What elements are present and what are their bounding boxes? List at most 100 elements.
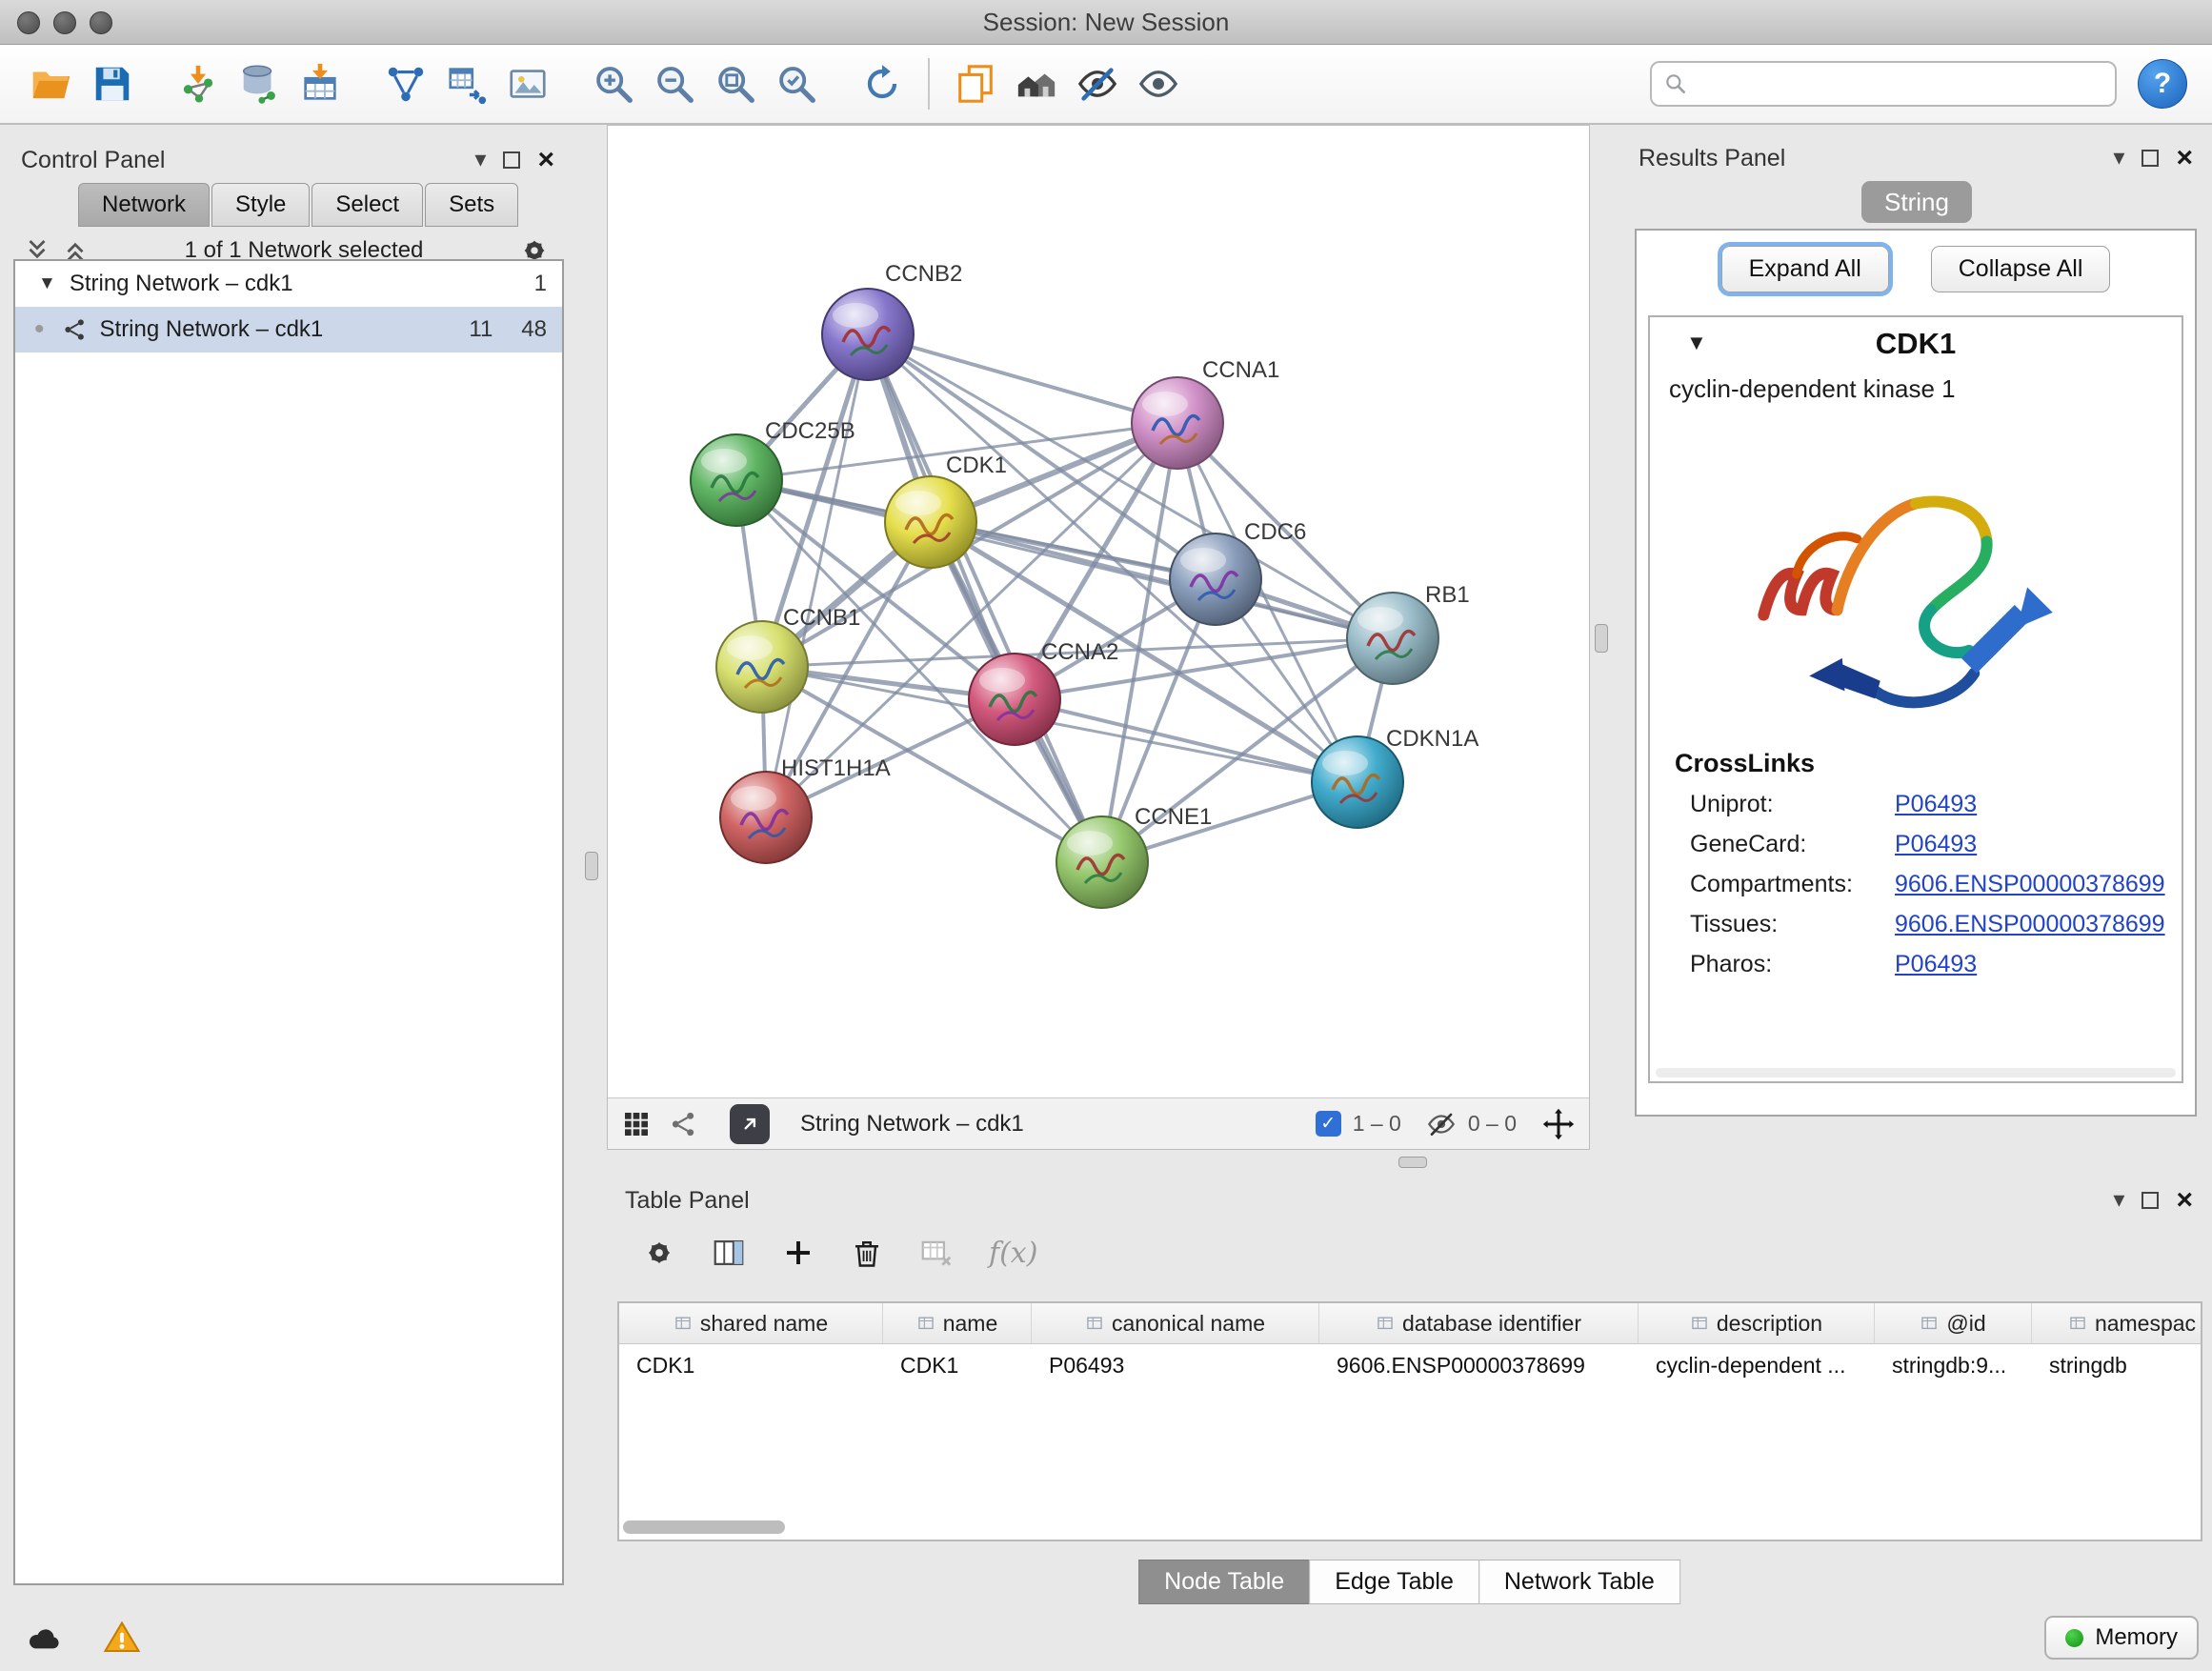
float-panel-icon[interactable]: ▾ xyxy=(474,149,486,171)
maximize-panel-icon[interactable] xyxy=(503,151,520,169)
collapse-all-button[interactable]: Collapse All xyxy=(1931,246,2111,292)
gear-icon[interactable] xyxy=(642,1236,676,1270)
cell-canonical-name[interactable]: P06493 xyxy=(1032,1344,1319,1386)
new-network-button[interactable] xyxy=(375,53,436,114)
network-node-CCNB1[interactable] xyxy=(716,621,808,713)
network-node-CDC6[interactable] xyxy=(1170,534,1261,625)
tab-edge-table[interactable]: Edge Table xyxy=(1309,1560,1479,1604)
network-collection-row[interactable]: ▼ String Network – cdk1 1 xyxy=(15,261,562,307)
network-graph[interactable]: CCNB2CCNA1CDC25BCDK1CDC6RB1CCNB1CCNA2CDK… xyxy=(608,126,1589,1097)
network-row-selected[interactable]: • String Network – cdk1 11 48 xyxy=(15,307,562,352)
import-network-database-button[interactable] xyxy=(229,53,290,114)
cloud-sync-button[interactable] xyxy=(17,1616,70,1660)
show-all-button[interactable] xyxy=(1128,53,1189,114)
zoom-selected-button[interactable] xyxy=(766,53,827,114)
tissues-link[interactable]: 9606.ENSP00000378699 xyxy=(1895,911,2165,938)
column-header-id[interactable]: @id xyxy=(1875,1303,2032,1343)
network-from-table-button[interactable] xyxy=(436,53,497,114)
cell-description[interactable]: cyclin-dependent ... xyxy=(1639,1344,1875,1386)
string-tab[interactable]: String xyxy=(1861,181,1972,223)
network-node-CDK1[interactable] xyxy=(885,476,976,568)
session-home-button[interactable] xyxy=(1006,53,1067,114)
search-box[interactable] xyxy=(1650,61,2117,107)
float-panel-icon[interactable]: ▾ xyxy=(2113,147,2124,170)
tab-select[interactable]: Select xyxy=(312,183,423,227)
search-input[interactable] xyxy=(1696,70,2103,98)
cell-database-identifier[interactable]: 9606.ENSP00000378699 xyxy=(1319,1344,1639,1386)
panel-resize-handle[interactable] xyxy=(1595,624,1608,653)
horizontal-scrollbar-thumb[interactable] xyxy=(623,1520,785,1534)
save-session-button[interactable] xyxy=(82,53,143,114)
function-builder-button[interactable]: f(x) xyxy=(989,1237,1037,1270)
help-button[interactable]: ? xyxy=(2138,59,2187,109)
pharos-link[interactable]: P06493 xyxy=(1895,951,1977,978)
network-edge-CCNB2-HIST1H1A[interactable] xyxy=(766,334,868,817)
column-header-description[interactable]: description xyxy=(1639,1303,1875,1343)
compartments-link[interactable]: 9606.ENSP00000378699 xyxy=(1895,871,2165,898)
panel-resize-handle[interactable] xyxy=(585,852,598,880)
column-header-canonical-name[interactable]: canonical name xyxy=(1032,1303,1319,1343)
column-header-database-identifier[interactable]: database identifier xyxy=(1319,1303,1639,1343)
network-node-CCNE1[interactable] xyxy=(1056,816,1148,908)
import-table-button[interactable] xyxy=(290,53,351,114)
cell-name[interactable]: CDK1 xyxy=(883,1344,1032,1386)
duplicate-network-button[interactable] xyxy=(945,53,1006,114)
maximize-panel-icon[interactable] xyxy=(2142,150,2159,167)
network-edge-CCNB2-CCNE1[interactable] xyxy=(868,334,1102,862)
tab-node-table[interactable]: Node Table xyxy=(1138,1560,1310,1604)
network-node-CCNA2[interactable] xyxy=(969,654,1060,745)
cell-id[interactable]: stringdb:9... xyxy=(1875,1344,2032,1386)
selected-checkbox-icon[interactable]: ✓ xyxy=(1316,1111,1341,1137)
move-crosshair-icon[interactable] xyxy=(1541,1107,1576,1141)
zoom-fit-button[interactable] xyxy=(705,53,766,114)
network-node-CCNB2[interactable] xyxy=(822,289,914,380)
network-node-label: CCNE1 xyxy=(1135,804,1212,830)
tab-sets[interactable]: Sets xyxy=(425,183,518,227)
column-header-namespace[interactable]: namespac xyxy=(2032,1303,2202,1343)
refresh-view-button[interactable] xyxy=(852,53,913,114)
crosslink-label: Tissues: xyxy=(1690,911,1895,938)
trash-icon[interactable] xyxy=(850,1236,884,1270)
tab-style[interactable]: Style xyxy=(211,183,310,227)
tab-network[interactable]: Network xyxy=(78,183,210,227)
network-node-label: HIST1H1A xyxy=(781,755,891,781)
network-node-CCNA1[interactable] xyxy=(1132,377,1223,469)
hide-selected-button[interactable] xyxy=(1067,53,1128,114)
network-node-HIST1H1A[interactable] xyxy=(720,772,812,863)
overview-share-icon[interactable] xyxy=(669,1109,699,1139)
panel-resize-handle[interactable] xyxy=(1398,1157,1427,1168)
network-edge-CCNA2-CDKN1A[interactable] xyxy=(1015,699,1357,782)
add-row-plus-icon[interactable] xyxy=(781,1236,815,1270)
network-tree: ▼ String Network – cdk1 1 • String Netwo… xyxy=(13,259,564,1585)
cell-shared-name[interactable]: CDK1 xyxy=(619,1344,883,1386)
card-scrollbar[interactable] xyxy=(1656,1068,2176,1077)
close-panel-icon[interactable]: × xyxy=(2176,1186,2193,1215)
close-panel-icon[interactable]: × xyxy=(537,146,554,174)
cell-namespace[interactable]: stringdb xyxy=(2032,1344,2202,1386)
warnings-button[interactable] xyxy=(95,1616,149,1660)
float-panel-icon[interactable]: ▾ xyxy=(2113,1189,2124,1212)
memory-button[interactable]: Memory xyxy=(2044,1616,2199,1660)
import-network-file-button[interactable] xyxy=(168,53,229,114)
maximize-panel-icon[interactable] xyxy=(2142,1192,2159,1209)
column-header-shared-name[interactable]: shared name xyxy=(619,1303,883,1343)
zoom-in-button[interactable] xyxy=(583,53,644,114)
column-header-name[interactable]: name xyxy=(883,1303,1032,1343)
open-session-button[interactable] xyxy=(21,53,82,114)
export-image-button[interactable] xyxy=(497,53,558,114)
clear-table-icon xyxy=(918,1235,955,1271)
open-external-button[interactable] xyxy=(730,1104,770,1144)
uniprot-link[interactable]: P06493 xyxy=(1895,791,1977,818)
expand-all-button[interactable]: Expand All xyxy=(1721,246,1889,292)
grid-view-icon[interactable] xyxy=(621,1109,652,1139)
network-share-icon xyxy=(62,316,89,343)
close-panel-icon[interactable]: × xyxy=(2176,144,2193,172)
insert-column-icon[interactable] xyxy=(711,1235,747,1271)
table-row[interactable]: CDK1 CDK1 P06493 9606.ENSP00000378699 cy… xyxy=(619,1344,2201,1386)
zoom-out-button[interactable] xyxy=(644,53,705,114)
expander-triangle-icon[interactable]: ▼ xyxy=(38,273,56,294)
network-node-CDC25B[interactable] xyxy=(691,434,782,526)
genecard-link[interactable]: P06493 xyxy=(1895,831,1977,858)
card-expander-icon[interactable]: ▼ xyxy=(1686,331,1707,355)
tab-network-table[interactable]: Network Table xyxy=(1478,1560,1680,1604)
